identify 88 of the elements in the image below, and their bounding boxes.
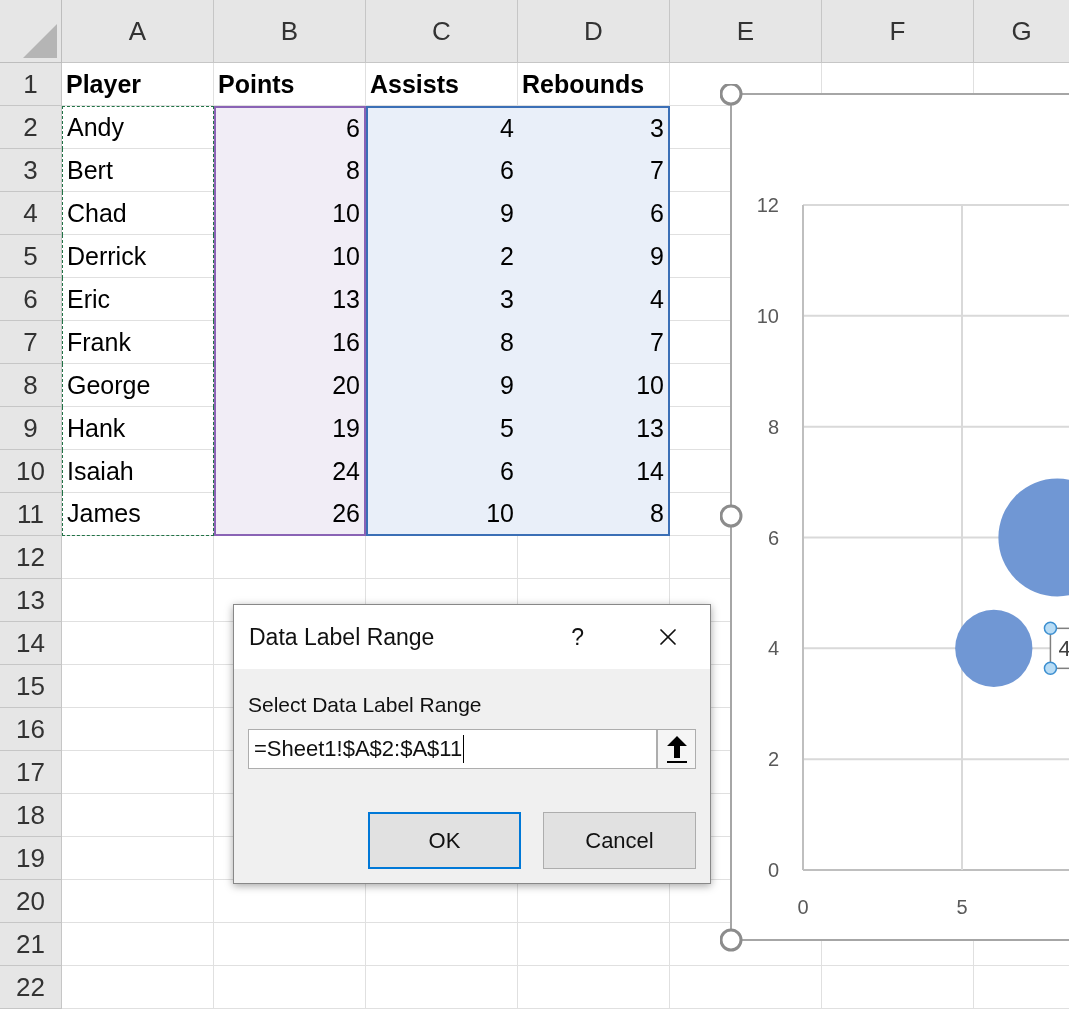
column-header[interactable]: B (214, 0, 366, 63)
resize-handle[interactable] (1043, 621, 1058, 636)
axis-label: 10 (756, 304, 779, 327)
table-cell[interactable]: 8 (214, 149, 366, 192)
column-title[interactable]: Rebounds (518, 63, 670, 106)
axis-label: 0 (797, 896, 809, 918)
column-header[interactable]: D (518, 0, 670, 63)
table-cell[interactable]: 7 (518, 321, 670, 364)
row-header[interactable]: 4 (0, 192, 62, 235)
row-header[interactable]: 12 (0, 536, 62, 579)
table-cell[interactable]: 9 (366, 192, 518, 235)
table-cell[interactable]: 6 (518, 192, 670, 235)
row-header[interactable]: 19 (0, 837, 62, 880)
table-cell[interactable]: 5 (366, 407, 518, 450)
axis-label: 2 (767, 748, 779, 771)
table-cell[interactable]: 8 (366, 321, 518, 364)
input-value: =Sheet1!$A$2:$A$11 (254, 735, 463, 763)
axis-label: 5 (956, 896, 968, 918)
table-cell[interactable]: 2 (366, 235, 518, 278)
table-cell[interactable]: 10 (214, 235, 366, 278)
table-cell[interactable]: 16 (214, 321, 366, 364)
column-header[interactable]: E (670, 0, 822, 63)
field-label: Select Data Label Range (248, 692, 483, 718)
resize-handle[interactable] (720, 504, 743, 528)
table-cell[interactable]: 13 (518, 407, 670, 450)
row-header[interactable]: 17 (0, 751, 62, 794)
resize-handle[interactable] (720, 928, 743, 952)
table-cell[interactable]: 4 (518, 278, 670, 321)
column-title[interactable]: Player (62, 63, 214, 106)
range-input[interactable]: =Sheet1!$A$2:$A$11 (248, 728, 658, 769)
row-header[interactable]: 13 (0, 579, 62, 622)
row-header[interactable]: 7 (0, 321, 62, 364)
row-header[interactable]: 1 (0, 63, 62, 106)
row-header[interactable]: 15 (0, 665, 62, 708)
table-cell[interactable]: 24 (214, 450, 366, 493)
table-cell[interactable]: 10 (366, 493, 518, 536)
row-header[interactable]: 14 (0, 622, 62, 665)
row-header[interactable]: 5 (0, 235, 62, 278)
dialog-title: Data Label Range (249, 622, 436, 652)
upload-arrow-icon (664, 733, 689, 764)
column-header[interactable]: A (62, 0, 214, 63)
row-header[interactable]: 11 (0, 493, 62, 536)
table-cell[interactable]: 9 (518, 235, 670, 278)
row-header[interactable]: 20 (0, 880, 62, 923)
axis-label: 8 (767, 415, 779, 438)
table-cell[interactable]: 7 (518, 149, 670, 192)
help-button[interactable]: ? (571, 619, 584, 655)
axis-label: 12 (756, 194, 779, 216)
table-cell[interactable]: 14 (518, 450, 670, 493)
table-cell[interactable]: 3 (366, 278, 518, 321)
table-cell[interactable]: 13 (214, 278, 366, 321)
table-cell[interactable]: 26 (214, 493, 366, 536)
axis-label: 6 (767, 526, 779, 549)
table-cell[interactable]: 8 (518, 493, 670, 536)
table-cell[interactable]: 3 (518, 106, 670, 149)
resize-handle[interactable] (1043, 661, 1058, 676)
dialog-button[interactable]: Cancel (543, 811, 696, 869)
resize-handle[interactable] (720, 84, 743, 106)
dialog-button[interactable]: OK (368, 811, 521, 869)
table-cell[interactable]: 6 (366, 450, 518, 493)
row-header[interactable]: 8 (0, 364, 62, 407)
table-cell[interactable]: 10 (518, 364, 670, 407)
table-cell[interactable]: 4 (366, 106, 518, 149)
row-header[interactable]: 21 (0, 923, 62, 966)
table-cell[interactable]: 6 (214, 106, 366, 149)
column-header[interactable]: C (366, 0, 518, 63)
select-all-icon (23, 24, 57, 58)
table-cell[interactable]: 9 (366, 364, 518, 407)
column-header[interactable]: F (822, 0, 974, 63)
table-cell[interactable]: 19 (214, 407, 366, 450)
row-header[interactable]: 2 (0, 106, 62, 149)
row-header[interactable]: 9 (0, 407, 62, 450)
axis-label: 4 (767, 637, 779, 660)
row-header[interactable]: 16 (0, 708, 62, 751)
row-header[interactable]: 22 (0, 966, 62, 1009)
column-title[interactable]: Assists (366, 63, 518, 106)
table-cell[interactable]: 6 (366, 149, 518, 192)
axis-label: 0 (767, 859, 779, 881)
row-header[interactable]: 6 (0, 278, 62, 321)
row-header[interactable]: 3 (0, 149, 62, 192)
column-header[interactable]: G (974, 0, 1069, 63)
column-title[interactable]: Points (214, 63, 366, 106)
table-cell[interactable]: 10 (214, 192, 366, 235)
table-cell[interactable]: 20 (214, 364, 366, 407)
text-cursor (463, 734, 465, 763)
collapse-button[interactable] (657, 728, 696, 769)
row-header[interactable]: 18 (0, 794, 62, 837)
row-header[interactable]: 10 (0, 450, 62, 493)
